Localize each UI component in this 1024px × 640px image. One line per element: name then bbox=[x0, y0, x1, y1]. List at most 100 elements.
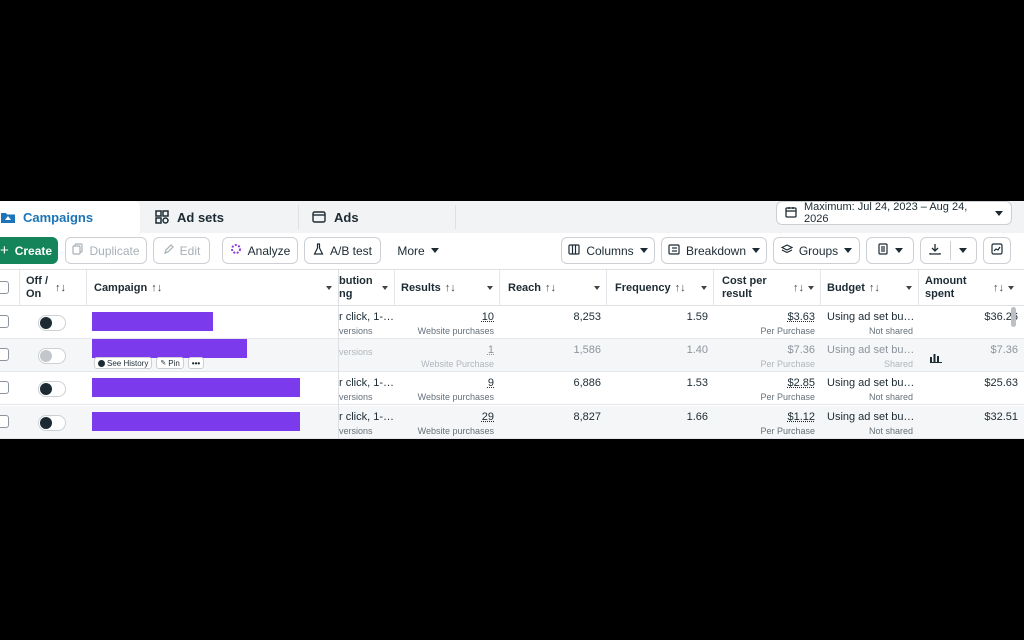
cost-per-result-value[interactable]: $2.85 bbox=[787, 377, 815, 389]
sort-icon[interactable]: ↑↓ bbox=[675, 282, 686, 295]
chart-toggle-button[interactable] bbox=[983, 237, 1011, 264]
sort-icon[interactable]: ↑↓ bbox=[55, 282, 66, 295]
sort-icon[interactable]: ↑↓ bbox=[993, 282, 1004, 295]
chevron-down-icon bbox=[895, 248, 903, 253]
cost-per-result-cell: $7.36 Per Purchase bbox=[714, 339, 821, 372]
column-label: Frequency bbox=[615, 281, 671, 294]
select-all-checkbox[interactable] bbox=[0, 281, 9, 294]
table-row[interactable]: r click, 1-… versions 29 Website purchas… bbox=[0, 406, 1024, 439]
ab-test-button[interactable]: A/B test bbox=[304, 237, 381, 264]
see-history-label: See History bbox=[107, 358, 149, 368]
edit-button[interactable]: Edit bbox=[153, 237, 210, 264]
row-checkbox[interactable] bbox=[0, 381, 9, 394]
chevron-down-icon[interactable] bbox=[326, 286, 332, 290]
column-cost-per-result[interactable]: Cost per result ↑↓ bbox=[714, 270, 821, 306]
ad-icon bbox=[311, 209, 327, 225]
column-frequency[interactable]: Frequency ↑↓ bbox=[607, 270, 714, 306]
breakdown-button[interactable]: Breakdown bbox=[661, 237, 767, 264]
analyze-label: Analyze bbox=[247, 243, 291, 258]
chevron-down-icon[interactable] bbox=[382, 286, 388, 290]
date-range-picker[interactable]: Maximum: Jul 24, 2023 – Aug 24, 2026 bbox=[776, 201, 1012, 225]
columns-icon bbox=[568, 243, 580, 258]
analyze-button[interactable]: Analyze bbox=[222, 237, 298, 264]
sort-icon[interactable]: ↑↓ bbox=[545, 282, 556, 295]
duplicate-label: Duplicate bbox=[89, 243, 140, 258]
tab-ads[interactable]: Ads bbox=[311, 201, 451, 233]
attribution-value: r click, 1-… bbox=[339, 311, 394, 323]
results-sub: Website purchases bbox=[417, 326, 494, 336]
amount-spent-value: $25.63 bbox=[984, 377, 1018, 389]
frequency-value: 1.40 bbox=[686, 344, 708, 356]
select-all-cell bbox=[0, 270, 20, 306]
row-checkbox[interactable] bbox=[0, 315, 9, 328]
chevron-down-icon[interactable] bbox=[594, 286, 600, 290]
budget-cell: Using ad set bu… Shared bbox=[821, 339, 919, 372]
cost-per-result-value[interactable]: $7.36 bbox=[787, 344, 815, 356]
chevron-down-icon[interactable] bbox=[808, 286, 814, 290]
campaign-toggle[interactable] bbox=[38, 415, 66, 431]
sort-icon[interactable]: ↑↓ bbox=[151, 282, 162, 295]
budget-sub: Not shared bbox=[868, 426, 913, 436]
cost-per-result-sub: Per Purchase bbox=[760, 426, 815, 436]
frequency-value: 1.53 bbox=[686, 377, 708, 389]
cost-per-result-value[interactable]: $3.63 bbox=[787, 311, 815, 323]
results-cell: 29 Website purchases bbox=[395, 406, 500, 439]
table-row[interactable]: r click, 1-… versions 9 Website purchase… bbox=[0, 372, 1024, 405]
attribution-cell: versions bbox=[339, 339, 395, 372]
campaign-toggle[interactable] bbox=[38, 315, 66, 331]
bar-chart-icon[interactable] bbox=[930, 350, 942, 368]
more-actions-button[interactable]: ••• bbox=[187, 357, 205, 369]
groups-button[interactable]: Groups bbox=[773, 237, 860, 264]
tab-label: Ads bbox=[334, 209, 359, 225]
cost-per-result-sub: Per Purchase bbox=[760, 392, 815, 402]
sort-icon[interactable]: ↑↓ bbox=[445, 282, 456, 295]
redacted-campaign-name bbox=[92, 412, 300, 431]
results-value[interactable]: 9 bbox=[488, 377, 494, 389]
export-button[interactable] bbox=[920, 237, 977, 264]
column-amount-spent[interactable]: Amount spent ↑↓ bbox=[919, 270, 1024, 306]
chevron-down-icon[interactable] bbox=[701, 286, 707, 290]
groups-label: Groups bbox=[798, 243, 839, 258]
row-checkbox[interactable] bbox=[0, 348, 9, 361]
tab-campaigns[interactable]: Campaigns bbox=[0, 201, 140, 233]
column-results[interactable]: Results ↑↓ bbox=[395, 270, 500, 306]
reports-button[interactable] bbox=[866, 237, 914, 264]
campaign-toggle[interactable] bbox=[38, 381, 66, 397]
results-value[interactable]: 1 bbox=[488, 344, 494, 356]
create-button[interactable]: + Create bbox=[0, 237, 58, 264]
attribution-sub: versions bbox=[339, 326, 373, 336]
column-off-on[interactable]: Off / On ↑↓ bbox=[20, 270, 87, 306]
column-budget[interactable]: Budget ↑↓ bbox=[821, 270, 919, 306]
chevron-down-icon bbox=[752, 248, 761, 253]
results-value[interactable]: 29 bbox=[482, 411, 494, 423]
cost-per-result-cell: $1.12 Per Purchase bbox=[714, 406, 821, 439]
row-checkbox[interactable] bbox=[0, 415, 9, 428]
vertical-scrollbar[interactable] bbox=[1011, 307, 1016, 327]
duplicate-button[interactable]: Duplicate bbox=[65, 237, 147, 264]
sort-icon[interactable]: ↑↓ bbox=[793, 282, 804, 295]
sort-icon[interactable]: ↑↓ bbox=[869, 282, 880, 295]
amount-spent-value: $32.51 bbox=[984, 411, 1018, 423]
tab-ad-sets[interactable]: Ad sets bbox=[154, 201, 294, 233]
row-hover-actions: See History ✎ Pin ••• bbox=[94, 357, 205, 369]
chevron-down-icon[interactable] bbox=[1008, 286, 1014, 290]
chevron-down-icon[interactable] bbox=[959, 248, 967, 253]
cost-per-result-cell: $2.85 Per Purchase bbox=[714, 372, 821, 405]
column-campaign[interactable]: Campaign ↑↓ bbox=[87, 270, 339, 306]
more-button[interactable]: More bbox=[390, 237, 446, 264]
columns-button[interactable]: Columns bbox=[561, 237, 655, 264]
results-value[interactable]: 10 bbox=[482, 311, 494, 323]
campaign-toggle[interactable] bbox=[38, 348, 66, 364]
chevron-down-icon[interactable] bbox=[906, 286, 912, 290]
pin-button[interactable]: ✎ Pin bbox=[156, 357, 184, 369]
see-history-button[interactable]: See History bbox=[94, 357, 153, 369]
column-attribution[interactable]: bution ng bbox=[339, 270, 395, 306]
column-reach[interactable]: Reach ↑↓ bbox=[500, 270, 607, 306]
column-label: Campaign bbox=[94, 281, 148, 294]
cost-per-result-value[interactable]: $1.12 bbox=[787, 411, 815, 423]
cost-per-result-sub: Per Purchase bbox=[760, 359, 815, 369]
chevron-down-icon[interactable] bbox=[487, 286, 493, 290]
table-row[interactable]: r click, 1-… versions 10 Website purchas… bbox=[0, 306, 1024, 339]
redacted-campaign-name bbox=[92, 312, 213, 331]
frequency-cell: 1.59 bbox=[607, 306, 714, 339]
